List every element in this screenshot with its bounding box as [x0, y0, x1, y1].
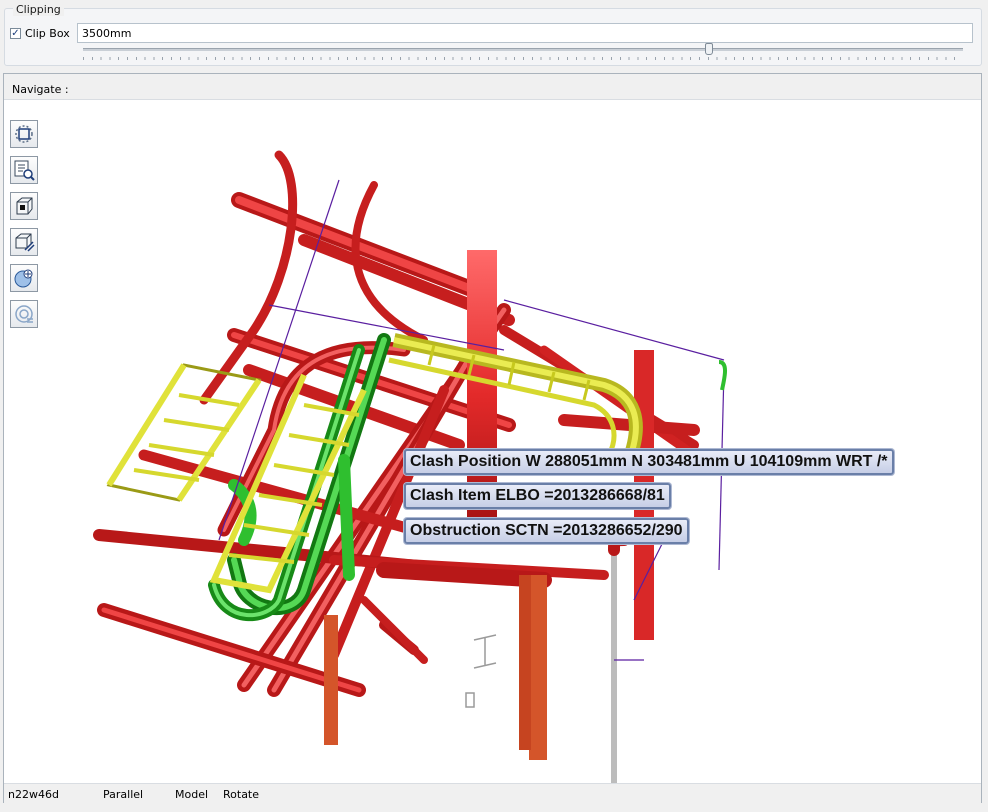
zoom-region-button[interactable] — [10, 120, 38, 148]
pick-target-button[interactable] — [10, 300, 38, 328]
model-scene — [93, 150, 727, 793]
clipping-title: Clipping — [13, 3, 64, 16]
clip-slider-track[interactable] — [83, 48, 963, 51]
clash-position-tag: Clash Position W 288051mm N 303481mm U 1… — [404, 449, 894, 475]
zoom-to-selection-button[interactable] — [10, 156, 38, 184]
status-element: n22w46d — [8, 788, 59, 801]
status-mode: Model — [175, 788, 209, 801]
clip-volume-icon — [15, 233, 35, 252]
navigate-panel: Navigate : Clash Position W 288051mm N 3… — [3, 73, 982, 803]
navigation-toolbar — [10, 120, 38, 336]
navigate-header: Navigate : — [4, 74, 981, 100]
clipping-group: Clipping ✓ Clip Box 3500mm — [4, 3, 982, 66]
view-box-icon — [16, 197, 33, 215]
clip-slider-ticks — [83, 57, 963, 60]
clip-box-checkbox[interactable]: ✓ — [10, 28, 21, 39]
status-projection: Parallel — [103, 788, 144, 801]
zoom-region-icon — [15, 125, 33, 143]
clip-box-label[interactable]: Clip Box — [25, 27, 70, 40]
clash-item-tag: Clash Item ELBO =2013286668/81 — [404, 483, 671, 509]
navigate-label: Navigate : — [12, 83, 69, 96]
sphere-orbit-icon — [14, 269, 33, 288]
clip-volume-button[interactable] — [10, 228, 38, 256]
obstruction-tag: Obstruction SCTN =2013286652/290 — [404, 518, 689, 544]
view-box-button[interactable] — [10, 192, 38, 220]
sphere-orbit-button[interactable] — [10, 264, 38, 292]
status-bar: n22w46d Parallel Model Rotate — [4, 783, 981, 803]
clip-slider-thumb[interactable] — [704, 43, 713, 55]
status-action: Rotate — [223, 788, 260, 801]
3d-viewport[interactable]: Clash Position W 288051mm N 303481mm U 1… — [4, 100, 981, 793]
pick-target-icon — [15, 305, 33, 323]
zoom-to-selection-icon — [14, 160, 35, 181]
clip-distance-input[interactable]: 3500mm — [77, 23, 973, 43]
